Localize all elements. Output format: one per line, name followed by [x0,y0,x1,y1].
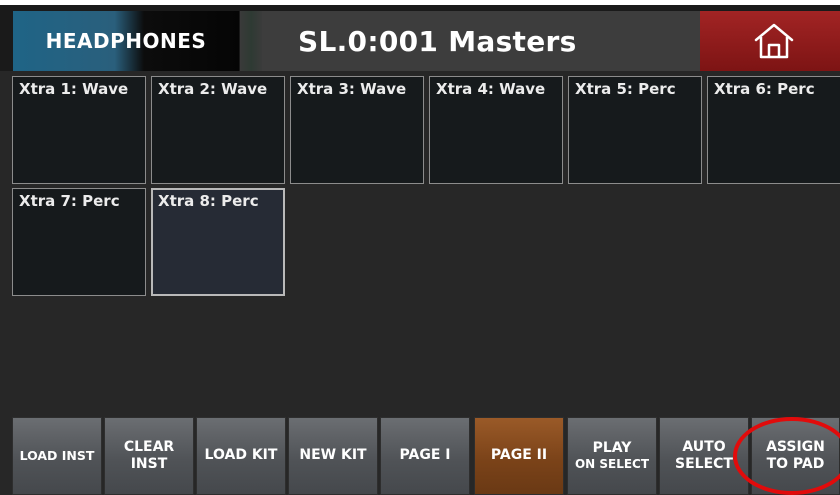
pad-label: Xtra 4: Wave [436,80,546,98]
new-kit-button[interactable]: NEW KIT [288,417,378,495]
pad-label: Xtra 7: Perc [19,192,120,210]
header: HEADPHONES SL.0:001 Masters [0,5,840,71]
button-label-line2: TO PAD [766,456,825,472]
pad-label: Xtra 8: Perc [158,192,259,210]
button-label: CLEAR [123,438,175,455]
kit-title-bar: SL.0:001 Masters [262,11,700,71]
pad-xtra-1[interactable]: Xtra 1: Wave [12,76,146,184]
screen: HEADPHONES SL.0:001 Masters Xtra 1: Wave… [0,5,840,495]
button-label: LOAD INST [19,448,95,464]
pad-label: Xtra 5: Perc [575,80,676,98]
pad-xtra-4[interactable]: Xtra 4: Wave [429,76,563,184]
pad-xtra-7[interactable]: Xtra 7: Perc [12,188,146,296]
button-label: PAGE I [399,447,451,464]
kit-title: SL.0:001 Masters [298,24,577,58]
button-label-line2: INST [130,456,168,472]
button-label-line2: SELECT [675,456,733,472]
pad-xtra-8[interactable]: Xtra 8: Perc [151,188,285,296]
play-on-select-button[interactable]: PLAY ON SELECT [567,417,657,495]
headphones-label: HEADPHONES [45,29,207,53]
clear-inst-button[interactable]: CLEAR INST [104,417,194,495]
header-divider [240,11,262,71]
auto-select-button[interactable]: AUTO SELECT [659,417,749,495]
button-label: LOAD KIT [204,447,278,464]
button-label: ASSIGN [766,438,825,455]
home-button[interactable] [700,11,840,71]
button-label-line2: ON SELECT [574,457,650,472]
home-icon [754,23,794,59]
load-kit-button[interactable]: LOAD KIT [196,417,286,495]
pad-xtra-3[interactable]: Xtra 3: Wave [290,76,424,184]
pad-xtra-5[interactable]: Xtra 5: Perc [568,76,702,184]
headphones-button[interactable]: HEADPHONES [13,11,239,71]
assign-to-pad-button[interactable]: ASSIGN TO PAD [751,417,840,495]
button-label: PLAY [592,439,632,456]
pad-xtra-2[interactable]: Xtra 2: Wave [151,76,285,184]
button-label: PAGE II [490,447,548,464]
pad-label: Xtra 1: Wave [19,80,129,98]
button-label: AUTO [682,438,726,455]
page-2-button[interactable]: PAGE II [474,417,564,495]
page-1-button[interactable]: PAGE I [380,417,470,495]
button-label: NEW KIT [299,447,367,464]
pad-label: Xtra 3: Wave [297,80,407,98]
pad-label: Xtra 2: Wave [158,80,268,98]
load-inst-button[interactable]: LOAD INST [12,417,102,495]
pad-xtra-6[interactable]: Xtra 6: Perc [707,76,840,184]
pad-label: Xtra 6: Perc [714,80,815,98]
